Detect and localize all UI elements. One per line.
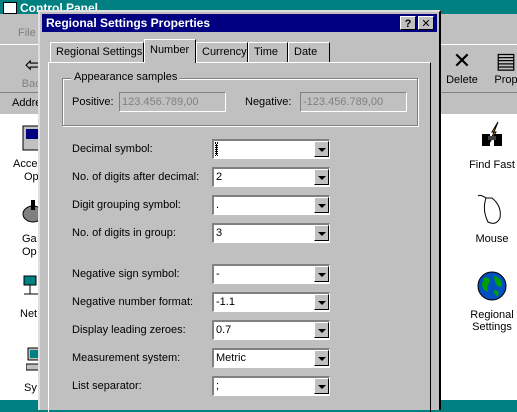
mouse-item[interactable]: Mouse [460, 194, 517, 245]
digit-grouping-symbol-value: . [216, 199, 220, 211]
digit-grouping-symbol-dropdown-icon[interactable] [314, 197, 329, 213]
display-leading-zeroes-dropdown-icon[interactable] [314, 322, 329, 338]
tab-date[interactable]: Date [288, 42, 330, 62]
negative-sign-symbol-value: - [216, 268, 220, 280]
digits-after-decimal-value: 2 [216, 171, 223, 183]
measurement-system-value: Metric [216, 352, 246, 364]
negative-sign-symbol-combo[interactable]: - [212, 264, 330, 284]
digits-after-decimal-label: No. of digits after decimal: [72, 171, 200, 183]
tab-time[interactable]: Time [248, 42, 288, 62]
control-panel-icon [3, 2, 17, 14]
decimal-symbol-value [215, 142, 218, 156]
measurement-system-dropdown-icon[interactable] [314, 350, 329, 366]
properties-icon: ▤ [495, 48, 517, 73]
list-separator-combo[interactable]: ; [212, 376, 330, 396]
display-leading-zeroes-value: 0.7 [216, 324, 232, 336]
display-leading-zeroes-combo[interactable]: 0.7 [212, 320, 330, 340]
dialog-titlebar[interactable]: Regional Settings Properties ? ✕ [42, 14, 437, 32]
decimal-symbol-label: Decimal symbol: [72, 143, 153, 155]
tab-time-label: Time [254, 46, 279, 58]
digits-in-group-dropdown-icon[interactable] [314, 225, 329, 241]
find-fast-item[interactable]: Find Fast [460, 120, 517, 171]
display-leading-zeroes-label: Display leading zeroes: [72, 324, 186, 336]
negative-number-format-value: -1.1 [216, 296, 235, 308]
digits-after-decimal-dropdown-icon[interactable] [314, 169, 329, 185]
negative-sample: -123.456.789,00 [300, 92, 407, 112]
digits-in-group-label: No. of digits in group: [72, 227, 176, 239]
help-button[interactable]: ? [400, 16, 416, 30]
digits-in-group-value: 3 [216, 227, 223, 239]
find-fast-label: Find Fast [469, 159, 515, 171]
negative-sign-symbol-dropdown-icon[interactable] [314, 266, 329, 282]
menu-file[interactable]: File [18, 27, 36, 39]
appearance-samples-legend: Appearance samples [71, 71, 181, 83]
negative-number-format-combo[interactable]: -1.1 [212, 292, 330, 312]
negative-number-format-label: Negative number format: [72, 296, 194, 308]
list-separator-label: List separator: [72, 380, 142, 392]
tab-number-label: Number [150, 44, 190, 56]
mouse-icon [477, 194, 501, 224]
tab-regional-settings-label: Regional Settings [56, 46, 143, 58]
accessibility-options-label: Acce Op [13, 158, 39, 183]
measurement-system-label: Measurement system: [72, 352, 181, 364]
regional-settings-label-line1: Regional [470, 309, 514, 321]
tab-regional-settings[interactable]: Regional Settings [50, 42, 144, 62]
delete-x-icon: ✕ [452, 48, 472, 73]
digits-in-group-combo[interactable]: 3 [212, 223, 330, 243]
negative-label: Negative: [245, 96, 292, 108]
dialog-title: Regional Settings Properties [46, 16, 211, 30]
globe-icon [477, 271, 507, 301]
digits-after-decimal-combo[interactable]: 2 [212, 167, 330, 187]
regional-settings-item[interactable]: Regional Settings [460, 270, 517, 333]
digit-grouping-symbol-label: Digit grouping symbol: [72, 199, 181, 211]
decimal-symbol-combo[interactable] [212, 139, 330, 159]
list-separator-value: ; [216, 380, 220, 392]
mouse-label: Mouse [475, 233, 509, 245]
decimal-symbol-dropdown-icon[interactable] [314, 141, 329, 157]
list-separator-dropdown-icon[interactable] [314, 378, 329, 394]
negative-sign-symbol-label: Negative sign symbol: [72, 268, 180, 280]
tab-currency-label: Currency [202, 46, 247, 58]
regional-settings-label-line2: Settings [472, 321, 512, 333]
game-controllers-label: Ga Op [22, 233, 37, 258]
delete-label: Delete [446, 74, 478, 86]
tab-number[interactable]: Number [144, 39, 196, 63]
network-label: Net [20, 308, 38, 320]
binoculars-icon [482, 121, 502, 146]
delete-button[interactable]: ✕ Delete [442, 48, 482, 87]
properties-label: Prop [494, 74, 517, 86]
positive-label: Positive: [72, 96, 114, 108]
digit-grouping-symbol-combo[interactable]: . [212, 195, 330, 215]
system-label: Sy [24, 382, 37, 394]
tab-currency[interactable]: Currency [196, 42, 248, 62]
negative-number-format-dropdown-icon[interactable] [314, 294, 329, 310]
measurement-system-combo[interactable]: Metric [212, 348, 330, 368]
positive-sample: 123.456.789,00 [119, 92, 226, 112]
properties-button[interactable]: ▤ Prop [486, 48, 517, 87]
tab-date-label: Date [294, 46, 318, 58]
close-button[interactable]: ✕ [418, 16, 434, 30]
